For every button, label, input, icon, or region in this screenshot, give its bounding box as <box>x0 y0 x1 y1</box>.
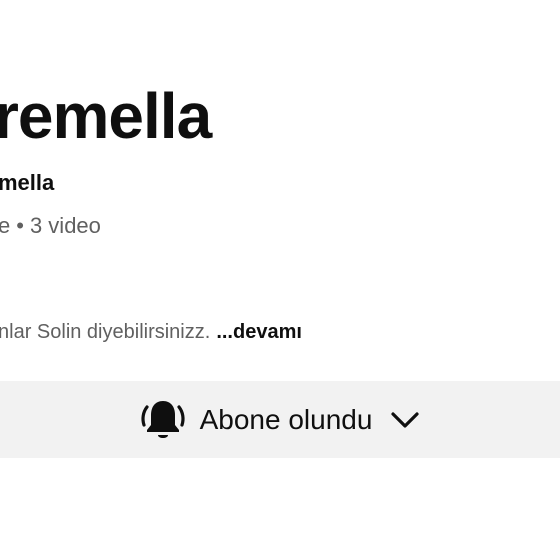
more-link[interactable]: ...devamı <box>216 321 302 343</box>
description-text: nlar Solin diyebilirsinizz. <box>0 321 211 343</box>
channel-title: remella <box>0 80 212 152</box>
channel-description[interactable]: nlar Solin diyebilirsinizz. ...devamı <box>0 322 302 342</box>
video-count: 3 video <box>29 213 101 238</box>
channel-handle: mella <box>0 170 55 195</box>
bell-ring-icon[interactable] <box>138 395 188 445</box>
meta-separator: • <box>16 213 24 238</box>
chevron-down-icon[interactable] <box>388 403 422 437</box>
subscribed-label: Abone olundu <box>199 403 373 435</box>
channel-meta-prefix: e <box>0 213 11 238</box>
subscribed-button[interactable]: Abone olundu <box>0 381 560 458</box>
channel-meta: e • 3 video <box>0 215 101 237</box>
channel-header-page: remella mella e • 3 video nlar Solin diyeb… <box>0 0 560 560</box>
